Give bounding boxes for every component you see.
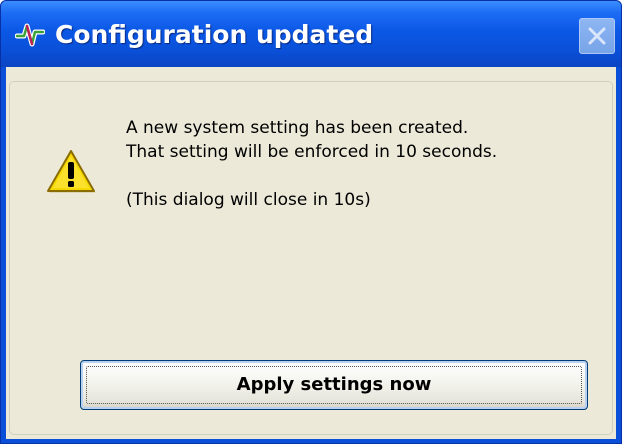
message-group: A new system setting has been created. T… — [9, 81, 613, 435]
countdown-text: (This dialog will close in 10s) — [126, 190, 371, 210]
message-line-1: A new system setting has been created. — [126, 118, 469, 138]
message-text: A new system setting has been created. T… — [126, 116, 596, 212]
dialog-window: Configuration updated A new system setti… — [0, 0, 622, 444]
message-spacer — [126, 164, 596, 188]
close-icon — [588, 27, 606, 45]
apply-settings-button[interactable]: Apply settings now — [80, 360, 588, 410]
warning-icon — [46, 148, 96, 194]
title-bar[interactable]: Configuration updated — [1, 1, 621, 67]
activity-pulse-icon — [14, 19, 46, 49]
close-button[interactable] — [579, 18, 615, 54]
dialog-body: A new system setting has been created. T… — [6, 67, 616, 439]
apply-settings-label: Apply settings now — [236, 374, 432, 395]
window-title: Configuration updated — [55, 20, 374, 49]
message-line-2: That setting will be enforced in 10 seco… — [126, 142, 498, 162]
